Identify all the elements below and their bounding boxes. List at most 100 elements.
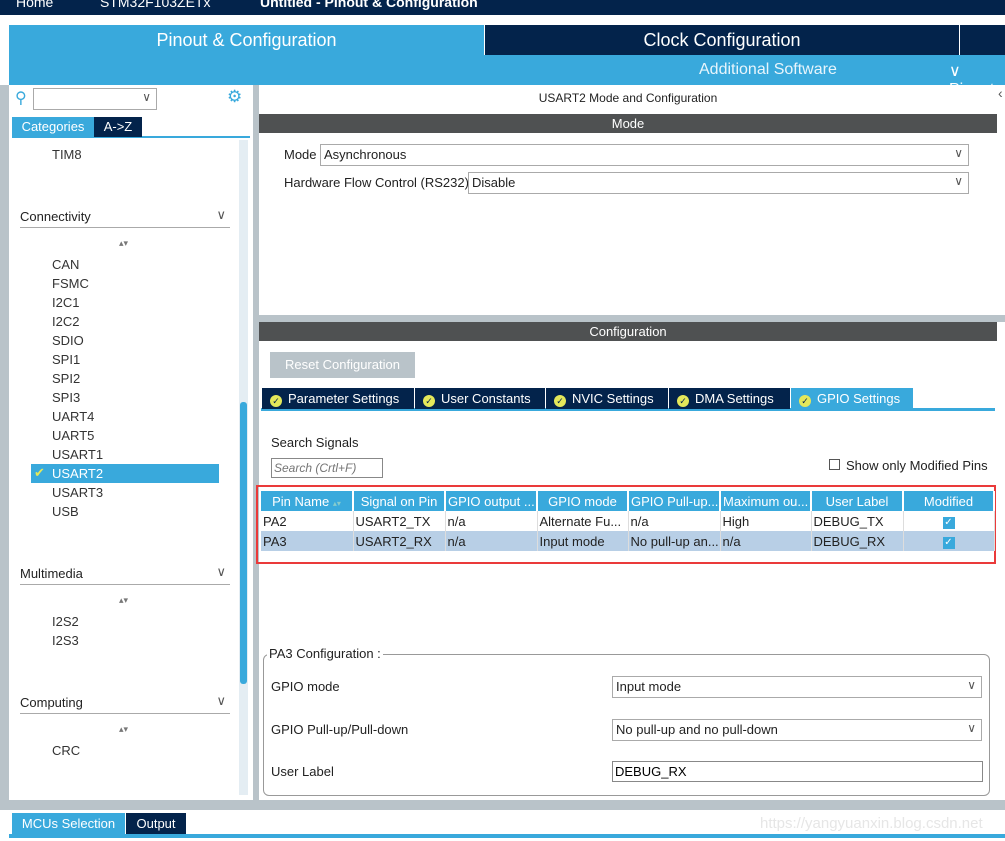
tab-nvic-settings[interactable]: ✓ NVIC Settings xyxy=(546,388,668,409)
mode-header: Mode xyxy=(259,114,997,133)
tab-clock[interactable]: Clock Configuration xyxy=(485,25,959,55)
breadcrumb-home[interactable]: Home xyxy=(16,0,53,10)
column-header[interactable]: GPIO mode xyxy=(537,491,629,511)
tab-a-z[interactable]: A->Z xyxy=(94,117,142,137)
list-item-spi3[interactable]: SPI3 xyxy=(31,388,219,407)
column-header[interactable]: Maximum ou... xyxy=(720,491,812,511)
user-label-label: User Label xyxy=(271,764,334,779)
tab-mcus-selection[interactable]: MCUs Selection xyxy=(12,813,125,834)
modified-checkbox[interactable]: ✓ xyxy=(903,531,995,551)
column-label: User Label xyxy=(825,493,889,509)
modified-checkbox[interactable]: ✓ xyxy=(903,511,995,531)
tab-pinout[interactable]: Pinout & Configuration xyxy=(9,25,484,55)
list-item-label: UART5 xyxy=(52,428,95,443)
show-modified-checkbox[interactable] xyxy=(829,459,840,470)
check-circle-icon: ✓ xyxy=(423,395,435,407)
sort-icon: ▴▾ xyxy=(119,724,129,734)
pull-select[interactable]: No pull-up and no pull-down ∨ xyxy=(612,719,982,741)
list-item-usb[interactable]: USB xyxy=(31,502,219,521)
list-item-usart2[interactable]: ✔ USART2 xyxy=(31,464,219,483)
list-item[interactable]: I2S3 xyxy=(52,633,79,648)
gpio-mode-label: GPIO mode xyxy=(271,679,340,694)
tab-parameter-settings[interactable]: ✓ Parameter Settings xyxy=(262,388,414,409)
list-item-spi1[interactable]: SPI1 xyxy=(31,350,219,369)
column-label: Signal on Pin xyxy=(360,493,438,509)
table-cell: Alternate Fu... xyxy=(537,511,629,531)
column-header[interactable]: User Label xyxy=(811,491,904,511)
list-item-fsmc[interactable]: FSMC xyxy=(31,274,219,293)
user-label-input[interactable] xyxy=(612,761,983,782)
list-item-i2c1[interactable]: I2C1 xyxy=(31,293,219,312)
gpio-mode-value: Input mode xyxy=(616,679,682,694)
list-item-can[interactable]: CAN xyxy=(31,255,219,274)
flow-control-value: Disable xyxy=(472,175,516,190)
mode-label: Mode xyxy=(284,147,317,162)
column-header[interactable]: GPIO Pull-up... xyxy=(628,491,721,511)
category-label: Multimedia xyxy=(20,566,83,581)
tab-dma-settings[interactable]: ✓ DMA Settings xyxy=(669,388,790,409)
table-cell: USART2_TX xyxy=(353,511,446,531)
list-item[interactable]: CRC xyxy=(52,743,80,758)
tab-label: User Constants xyxy=(441,391,531,406)
table-cell: n/a xyxy=(628,511,721,531)
search-signals-label: Search Signals xyxy=(271,435,359,450)
sort-icon: ▴▾ xyxy=(332,498,341,508)
tab-output[interactable]: Output xyxy=(126,813,186,834)
tab-categories[interactable]: Categories xyxy=(12,117,94,137)
list-item-sdio[interactable]: SDIO xyxy=(31,331,219,350)
column-header[interactable]: Signal on Pin xyxy=(353,491,446,511)
tab-label: Parameter Settings xyxy=(288,391,400,406)
tab-label: DMA Settings xyxy=(695,391,774,406)
category-label: Connectivity xyxy=(20,209,91,224)
list-item-uart4[interactable]: UART4 xyxy=(31,407,219,426)
category-search[interactable]: ∨ xyxy=(33,88,157,110)
list-item-usart3[interactable]: USART3 xyxy=(31,483,219,502)
list-item-usart1[interactable]: USART1 xyxy=(31,445,219,464)
table-row[interactable]: PA2 USART2_TX n/a Alternate Fu... n/a High DEB… xyxy=(261,511,995,531)
table-cell: USART2_RX xyxy=(353,531,446,551)
list-item-uart5[interactable]: UART5 xyxy=(31,426,219,445)
gpio-mode-select[interactable]: Input mode ∨ xyxy=(612,676,982,698)
table-cell: n/a xyxy=(445,531,538,551)
list-item[interactable]: TIM8 xyxy=(52,147,82,162)
flow-control-select[interactable]: Disable ∨ xyxy=(468,172,969,194)
tab-more[interactable] xyxy=(960,25,1005,55)
checkbox-checked-icon[interactable]: ✓ xyxy=(942,537,955,549)
table-cell: PA3 xyxy=(261,531,354,551)
mode-value: Asynchronous xyxy=(324,147,407,162)
column-label: Maximum ou... xyxy=(723,493,809,509)
category-multimedia[interactable]: Multimedia ∨ xyxy=(20,564,230,585)
table-cell: High xyxy=(720,511,812,531)
breadcrumb-mcu[interactable]: STM32F103ZETx xyxy=(100,0,210,10)
table-cell: DEBUG_TX xyxy=(811,511,904,531)
column-header[interactable]: GPIO output ... xyxy=(445,491,538,511)
scrollbar-thumb[interactable] xyxy=(240,402,247,684)
category-connectivity[interactable]: Connectivity ∨ xyxy=(20,207,230,228)
tab-gpio-settings[interactable]: ✓ GPIO Settings xyxy=(791,388,913,409)
checkbox-checked-icon[interactable]: ✓ xyxy=(942,517,955,529)
search-icon: ⚲ xyxy=(15,90,27,107)
additional-software-link[interactable]: Additional Software xyxy=(699,61,837,79)
list-item-i2c2[interactable]: I2C2 xyxy=(31,312,219,331)
chevron-down-icon: ∨ xyxy=(216,693,226,708)
list-item-label: I2C1 xyxy=(52,295,80,310)
panel-title: USART2 Mode and Configuration xyxy=(538,91,718,105)
reset-configuration-button[interactable]: Reset Configuration xyxy=(270,352,415,378)
list-item-label: USB xyxy=(52,504,79,519)
category-computing[interactable]: Computing ∨ xyxy=(20,693,230,714)
column-header[interactable]: Pin Name ▴▾ xyxy=(261,491,354,511)
chevron-down-icon: ∨ xyxy=(216,207,226,222)
list-item-spi2[interactable]: SPI2 xyxy=(31,369,219,388)
pin-config-title: PA3 Configuration : xyxy=(267,646,383,661)
tab-user-constants[interactable]: ✓ User Constants xyxy=(415,388,545,409)
show-modified-label: Show only Modified Pins xyxy=(846,458,988,473)
search-signals-input[interactable] xyxy=(271,458,383,478)
chevron-down-icon: ∨ xyxy=(216,564,226,579)
table-row[interactable]: PA3 USART2_RX n/a Input mode No pull-up an..… xyxy=(261,531,995,551)
column-header[interactable]: Modified xyxy=(903,491,995,511)
mode-select[interactable]: Asynchronous ∨ xyxy=(320,144,969,166)
gear-icon[interactable]: ⚙ xyxy=(227,87,242,107)
scrollbar[interactable] xyxy=(239,140,248,795)
list-item[interactable]: I2S2 xyxy=(52,614,79,629)
collapse-icon[interactable]: ‹ xyxy=(998,85,1005,125)
